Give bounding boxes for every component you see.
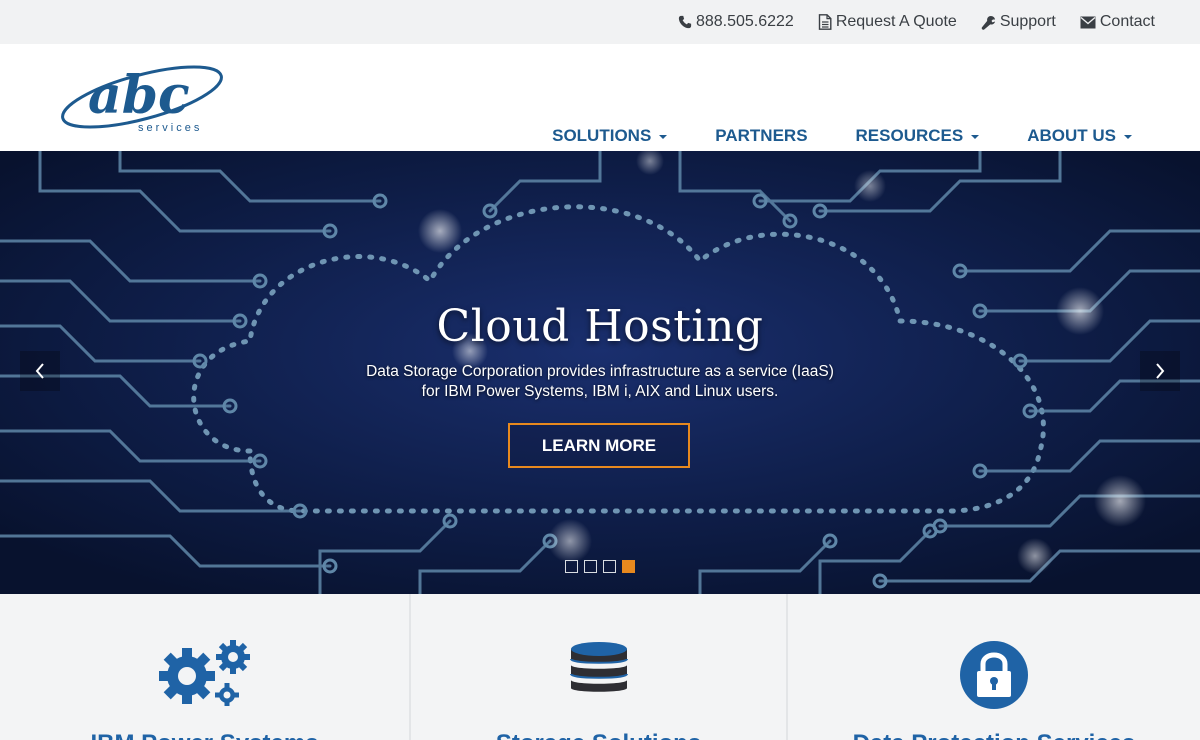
nav-about-us[interactable]: ABOUT US: [1027, 126, 1132, 146]
learn-more-button[interactable]: LEARN MORE: [508, 423, 690, 468]
utility-links: 888.505.6222 Request A Quote Support Con…: [654, 0, 1155, 44]
nav-solutions[interactable]: SOLUTIONS: [552, 126, 668, 146]
utility-bar: 888.505.6222 Request A Quote Support Con…: [0, 0, 1200, 44]
feature-title[interactable]: Data Protection Services: [788, 730, 1200, 740]
feature-data-protection: Data Protection Services: [788, 594, 1200, 740]
hero-carousel: Cloud Hosting Data Storage Corporation p…: [0, 151, 1200, 594]
site-header: abc services SOLUTIONS PARTNERS RESOURCE…: [0, 44, 1200, 151]
carousel-dot-2[interactable]: [584, 560, 597, 573]
carousel-dot-4[interactable]: [622, 560, 635, 573]
wrench-icon: [981, 15, 995, 30]
document-icon: [818, 14, 832, 30]
chevron-left-icon: [35, 363, 44, 379]
feature-storage: Storage Solutions: [411, 594, 788, 740]
envelope-icon: [1080, 16, 1096, 28]
features-row: IBM Power Systems Storage Solutions Data…: [0, 594, 1200, 740]
hero-title: Cloud Hosting: [436, 301, 764, 352]
phone-link[interactable]: 888.505.6222: [678, 13, 794, 31]
gears-icon[interactable]: [158, 640, 251, 706]
abc-services-logo[interactable]: abc services: [60, 61, 230, 134]
support-label: Support: [999, 13, 1056, 30]
request-quote-link[interactable]: Request A Quote: [818, 13, 957, 31]
chevron-right-icon: [1156, 363, 1165, 379]
feature-title[interactable]: IBM Power Systems: [0, 730, 409, 740]
svg-text:abc: abc: [88, 65, 190, 126]
carousel-dot-1[interactable]: [565, 560, 578, 573]
svg-text:services: services: [138, 122, 202, 133]
database-icon[interactable]: [569, 640, 629, 696]
hero-subtitle-line-2: for IBM Power Systems, IBM i, AIX and Li…: [421, 383, 779, 400]
caret-down-icon: [1124, 135, 1132, 139]
nav-partners-label: PARTNERS: [715, 126, 808, 145]
hero-subtitle-line-1: Data Storage Corporation provides infras…: [366, 363, 834, 380]
contact-label: Contact: [1099, 13, 1155, 30]
nav-about-us-label: ABOUT US: [1027, 126, 1116, 145]
feature-ibm-power: IBM Power Systems: [0, 594, 411, 740]
support-link[interactable]: Support: [981, 13, 1056, 31]
caret-down-icon: [971, 135, 980, 139]
nav-resources[interactable]: RESOURCES: [856, 126, 980, 146]
carousel-next-button[interactable]: [1140, 351, 1180, 391]
lock-icon[interactable]: [959, 640, 1029, 710]
contact-link[interactable]: Contact: [1080, 13, 1155, 31]
phone-number: 888.505.6222: [695, 13, 794, 30]
main-nav: SOLUTIONS PARTNERS RESOURCES ABOUT US: [504, 126, 1132, 146]
hero-subtitle: Data Storage Corporation provides infras…: [0, 362, 1200, 402]
nav-partners[interactable]: PARTNERS: [715, 126, 807, 146]
nav-resources-label: RESOURCES: [855, 126, 964, 145]
logo-graphic: abc services: [61, 65, 223, 134]
nav-solutions-label: SOLUTIONS: [552, 126, 652, 145]
phone-icon: [678, 15, 692, 29]
carousel-dot-3[interactable]: [603, 560, 616, 573]
caret-down-icon: [659, 135, 668, 139]
request-quote-label: Request A Quote: [835, 13, 957, 30]
carousel-indicators: [565, 560, 641, 573]
carousel-prev-button[interactable]: [20, 351, 60, 391]
feature-title[interactable]: Storage Solutions: [411, 730, 786, 740]
